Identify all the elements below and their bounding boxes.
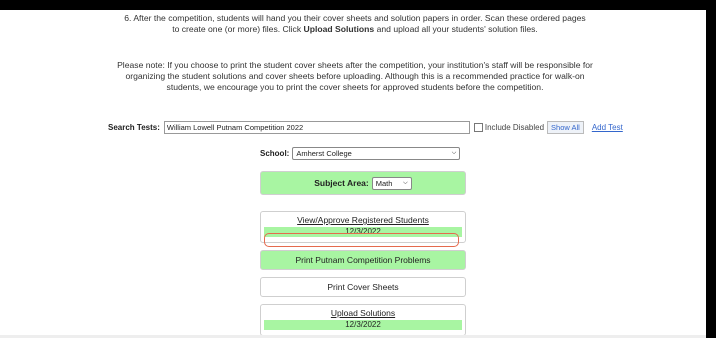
subject-select[interactable]: Math ⌵ bbox=[371, 176, 412, 190]
upload-solutions-link[interactable]: Upload Solutions bbox=[261, 308, 465, 319]
add-test-link[interactable]: Add Test bbox=[592, 123, 623, 132]
include-disabled-checkbox[interactable] bbox=[473, 122, 483, 132]
school-select-value: Amherst College bbox=[296, 149, 352, 158]
school-select[interactable]: Amherst College ⌵ bbox=[292, 147, 461, 160]
window-right-border bbox=[706, 0, 716, 338]
print-problems-button[interactable]: Print Putnam Competition Problems bbox=[260, 250, 466, 270]
window-top-border bbox=[0, 0, 716, 10]
upload-solutions-card[interactable]: Upload Solutions 12/3/2022 bbox=[260, 304, 466, 336]
step-6-instructions: 6. After the competition, students will … bbox=[120, 13, 590, 35]
chevron-down-icon: ⌵ bbox=[403, 179, 408, 186]
view-approve-link[interactable]: View/Approve Registered Students bbox=[261, 215, 465, 226]
subject-label: Subject Area: bbox=[314, 178, 369, 188]
search-row: Search Tests: William Lowell Putnam Comp… bbox=[108, 120, 623, 134]
school-row: School: Amherst College ⌵ bbox=[260, 147, 461, 160]
include-disabled-label: Include Disabled bbox=[484, 122, 545, 132]
step-6-text-end: and upload all your students' solution f… bbox=[374, 24, 538, 34]
show-all-button[interactable]: Show All bbox=[547, 120, 584, 134]
search-input[interactable]: William Lowell Putnam Competition 2022 bbox=[163, 120, 470, 134]
date-highlight-outline bbox=[264, 233, 459, 247]
subject-select-value: Math bbox=[375, 178, 393, 188]
print-cover-sheets-button[interactable]: Print Cover Sheets bbox=[260, 277, 466, 297]
subject-area-box: Subject Area: Math ⌵ bbox=[260, 171, 466, 195]
chevron-down-icon: ⌵ bbox=[451, 150, 457, 156]
note-paragraph: Please note: If you choose to print the … bbox=[117, 60, 593, 92]
school-label: School: bbox=[260, 149, 290, 158]
page-content: 6. After the competition, students will … bbox=[0, 10, 706, 338]
upload-solutions-date: 12/3/2022 bbox=[264, 320, 462, 330]
search-label: Search Tests: bbox=[108, 122, 160, 132]
step-6-bold-text: Upload Solutions bbox=[303, 24, 375, 34]
